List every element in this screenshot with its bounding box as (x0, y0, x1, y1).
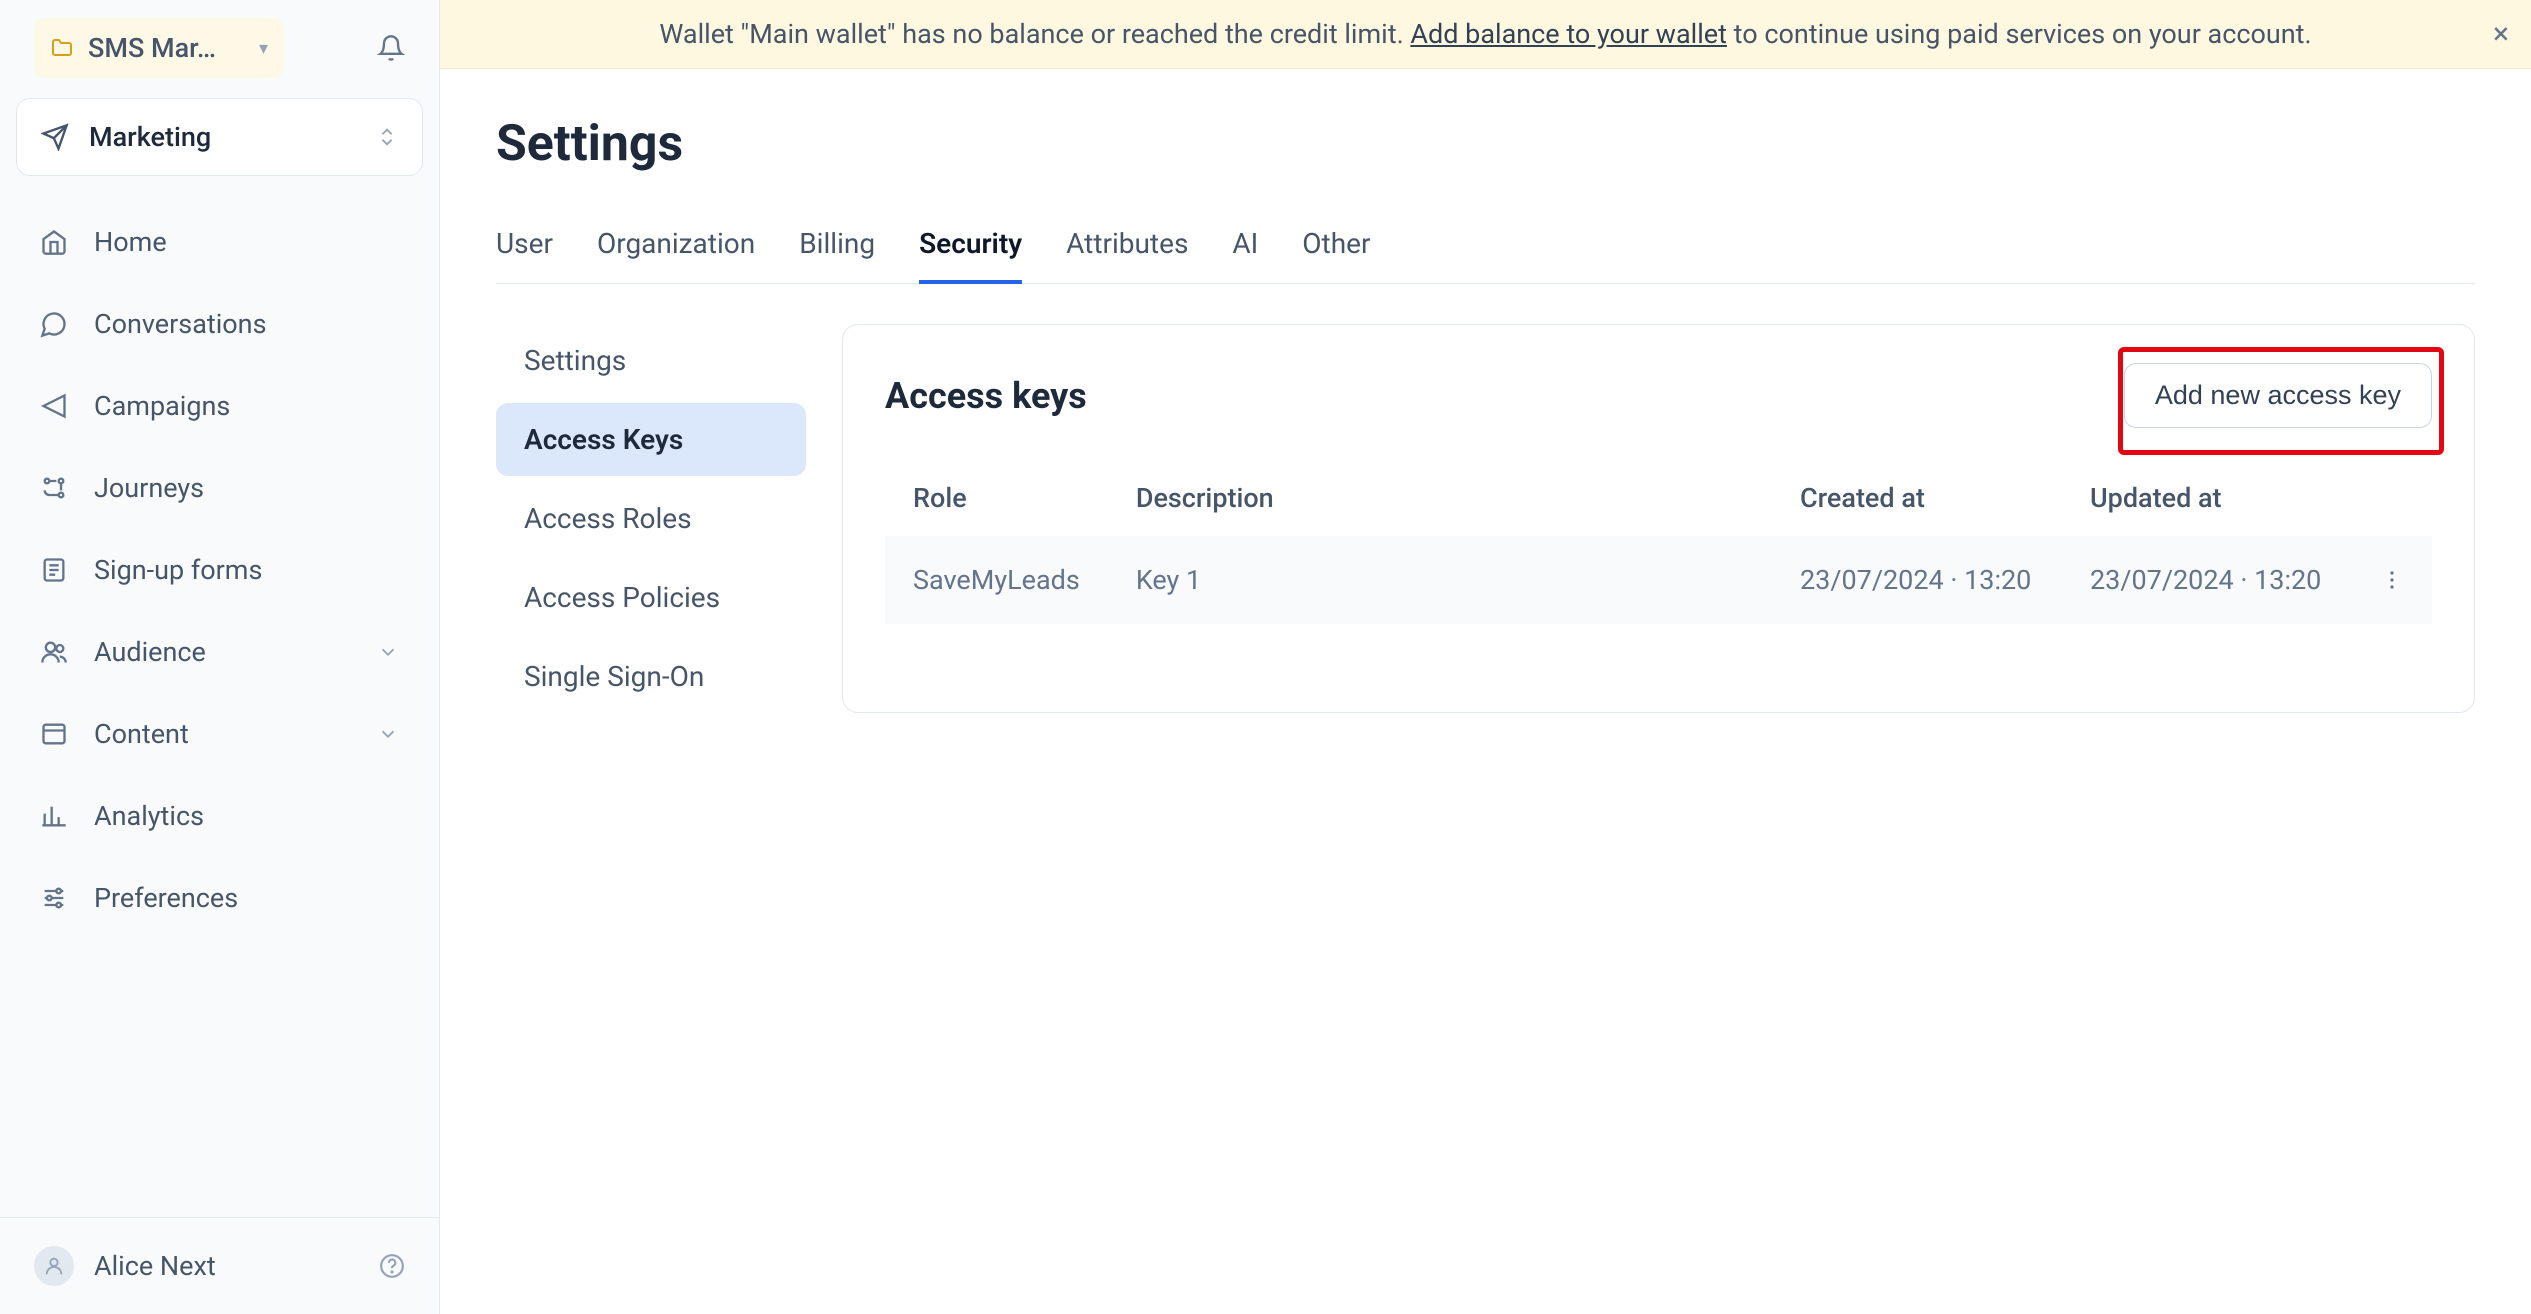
column-role: Role (885, 460, 1108, 536)
notifications-bell-icon[interactable] (377, 34, 405, 62)
tab-security[interactable]: Security (919, 213, 1022, 284)
settings-tabs: User Organization Billing Security Attri… (496, 213, 2475, 284)
cell-role: SaveMyLeads (885, 536, 1108, 624)
tab-user[interactable]: User (496, 213, 553, 284)
chevron-down-icon (377, 641, 399, 663)
sidebar-item-conversations[interactable]: Conversations (16, 286, 423, 362)
campaigns-icon (40, 392, 72, 420)
home-icon (40, 228, 72, 256)
audience-icon (40, 638, 72, 666)
panel-title: Access keys (885, 375, 1087, 417)
content-icon (40, 720, 72, 748)
add-access-key-button[interactable]: Add new access key (2124, 363, 2432, 428)
column-description: Description (1108, 460, 1772, 536)
sidebar-item-home[interactable]: Home (16, 204, 423, 280)
sidebar-item-label: Analytics (94, 800, 204, 832)
sidebar-item-signup-forms[interactable]: Sign-up forms (16, 532, 423, 608)
tab-other[interactable]: Other (1302, 213, 1370, 284)
sidebar-item-label: Content (94, 718, 189, 750)
caret-down-icon: ▾ (259, 38, 268, 59)
banner-text-before: Wallet "Main wallet" has no balance or r… (659, 18, 1410, 50)
subnav-access-keys[interactable]: Access Keys (496, 403, 806, 476)
banner-text-after: to continue using paid services on your … (1727, 18, 2312, 50)
tab-ai[interactable]: AI (1232, 213, 1258, 284)
project-selector[interactable]: SMS Mar… ▾ (34, 18, 284, 78)
sidebar-item-label: Conversations (94, 308, 267, 340)
folder-icon (50, 36, 74, 60)
subnav-settings[interactable]: Settings (496, 324, 806, 397)
access-keys-panel: Access keys Add new access key Role Desc… (842, 324, 2475, 713)
sidebar-footer: Alice Next (0, 1217, 439, 1314)
workspace-selector[interactable]: Marketing (16, 98, 423, 176)
cell-created: 23/07/2024 · 13:20 (1772, 536, 2062, 624)
subnav-sso[interactable]: Single Sign-On (496, 640, 806, 713)
tab-attributes[interactable]: Attributes (1066, 213, 1188, 284)
preferences-icon (40, 884, 72, 912)
sidebar-item-label: Campaigns (94, 390, 230, 422)
access-keys-table: Role Description Created at Updated at S… (885, 460, 2432, 624)
subnav-access-roles[interactable]: Access Roles (496, 482, 806, 555)
tab-billing[interactable]: Billing (799, 213, 875, 284)
sidebar-item-journeys[interactable]: Journeys (16, 450, 423, 526)
sidebar-item-preferences[interactable]: Preferences (16, 860, 423, 936)
close-icon[interactable]: × (2493, 17, 2509, 52)
analytics-icon (40, 802, 72, 830)
column-updated: Updated at (2062, 460, 2352, 536)
cell-updated: 23/07/2024 · 13:20 (2062, 536, 2352, 624)
main: Wallet "Main wallet" has no balance or r… (440, 0, 2531, 1314)
sidebar-item-content[interactable]: Content (16, 696, 423, 772)
conversations-icon (40, 310, 72, 338)
cell-description: Key 1 (1108, 536, 1772, 624)
avatar[interactable] (34, 1246, 74, 1286)
help-icon[interactable] (379, 1253, 405, 1279)
sidebar-item-label: Audience (94, 636, 206, 668)
banner-text: Wallet "Main wallet" has no balance or r… (659, 18, 2311, 50)
sidebar: SMS Mar… ▾ Marketing Home Convers (0, 0, 440, 1314)
user-name[interactable]: Alice Next (94, 1250, 216, 1282)
sidebar-item-label: Journeys (94, 472, 204, 504)
chevron-down-icon (377, 723, 399, 745)
workspace-label: Marketing (89, 121, 211, 153)
sidebar-item-audience[interactable]: Audience (16, 614, 423, 690)
subnav-access-policies[interactable]: Access Policies (496, 561, 806, 634)
sidebar-item-campaigns[interactable]: Campaigns (16, 368, 423, 444)
sidebar-nav: Home Conversations Campaigns Journeys Si… (16, 204, 423, 936)
tab-organization[interactable]: Organization (597, 213, 755, 284)
journeys-icon (40, 474, 72, 502)
sidebar-item-label: Preferences (94, 882, 238, 914)
send-icon (41, 123, 69, 151)
security-subnav: Settings Access Keys Access Roles Access… (496, 324, 806, 713)
sidebar-item-label: Home (94, 226, 167, 258)
forms-icon (40, 556, 72, 584)
sidebar-item-label: Sign-up forms (94, 554, 262, 586)
add-balance-link[interactable]: Add balance to your wallet (1410, 18, 1727, 50)
table-row[interactable]: SaveMyLeads Key 1 23/07/2024 · 13:20 23/… (885, 536, 2432, 624)
project-name: SMS Mar… (88, 32, 245, 64)
sidebar-item-analytics[interactable]: Analytics (16, 778, 423, 854)
chevron-updown-icon (376, 126, 398, 148)
column-created: Created at (1772, 460, 2062, 536)
wallet-banner: Wallet "Main wallet" has no balance or r… (440, 0, 2531, 69)
row-actions-menu-icon[interactable] (2380, 568, 2404, 592)
page-title: Settings (496, 115, 2475, 173)
